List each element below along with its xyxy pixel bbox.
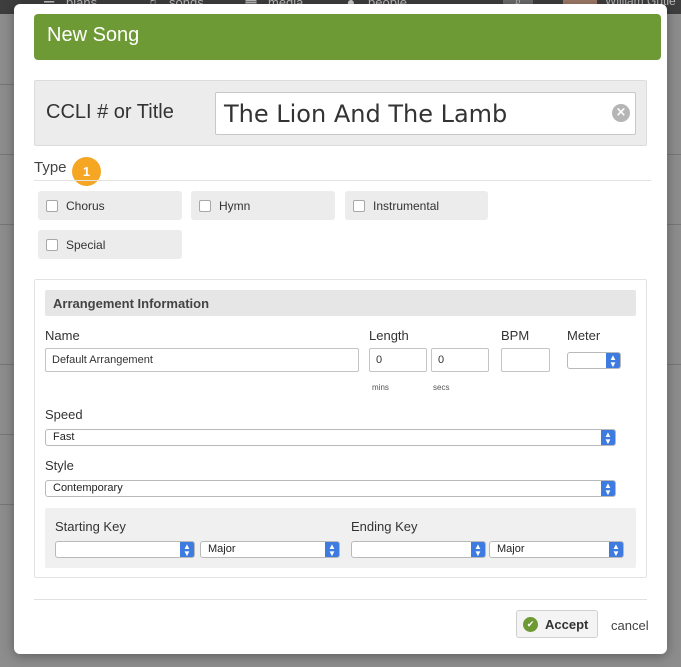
starting-key-select[interactable]: ▲ ▼ — [55, 541, 195, 558]
ccli-input-value: The Lion And The Lamb — [224, 100, 508, 128]
chevron-updown-icon: ▲ ▼ — [601, 430, 615, 446]
check-icon: ✔ — [523, 616, 538, 632]
type-divider — [34, 180, 651, 181]
bpm-input[interactable] — [501, 348, 550, 372]
type-option-instrumental[interactable]: Instrumental — [345, 191, 488, 220]
length-label: Length — [369, 328, 409, 343]
ending-key-select[interactable]: ▲ ▼ — [351, 541, 486, 558]
style-select[interactable]: Contemporary ▲ ▼ — [45, 480, 616, 497]
speed-select[interactable]: Fast ▲ ▼ — [45, 429, 616, 446]
instrumental-checkbox[interactable] — [353, 199, 365, 212]
type-option-hymn[interactable]: Hymn — [191, 191, 335, 220]
bpm-label: BPM — [501, 328, 530, 343]
speed-label: Speed — [45, 407, 83, 422]
meter-select[interactable]: ▲ ▼ — [567, 352, 621, 369]
name-label: Name — [45, 328, 80, 343]
chevron-updown-icon: ▲ ▼ — [601, 481, 615, 497]
key-section: Starting Key ▲ ▼ Major ▲ ▼ Ending Key ▲ ▼ M… — [45, 508, 636, 568]
type-option-chorus[interactable]: Chorus — [38, 191, 182, 220]
special-checkbox[interactable] — [46, 238, 58, 251]
cancel-link[interactable]: cancel — [611, 618, 649, 633]
chorus-checkbox[interactable] — [46, 199, 58, 212]
chevron-updown-icon: ▲ ▼ — [325, 542, 339, 558]
arrangement-header: Arrangement Information — [45, 290, 636, 316]
modal-header: New Song — [34, 14, 661, 60]
accept-button[interactable]: ✔ Accept — [516, 610, 598, 638]
new-song-modal: New Song CCLI # or Title The Lion And Th… — [14, 4, 667, 654]
chevron-updown-icon: ▲ ▼ — [471, 542, 485, 558]
type-label: Type — [34, 159, 67, 176]
ending-key-label: Ending Key — [351, 519, 418, 534]
clear-icon[interactable]: × — [612, 104, 630, 122]
ccli-title-input[interactable]: The Lion And The Lamb × — [215, 92, 636, 135]
hymn-checkbox[interactable] — [199, 199, 211, 212]
chevron-updown-icon: ▲ ▼ — [180, 542, 194, 558]
modal-title: New Song — [47, 24, 140, 46]
secs-label: secs — [433, 383, 450, 392]
type-option-special[interactable]: Special — [38, 230, 182, 259]
chevron-updown-icon: ▲ ▼ — [609, 542, 623, 558]
starting-mode-select[interactable]: Major ▲ ▼ — [200, 541, 340, 558]
mins-label: mins — [372, 383, 389, 392]
ending-mode-select[interactable]: Major ▲ ▼ — [489, 541, 624, 558]
chevron-updown-icon: ▲ ▼ — [606, 353, 620, 369]
ccli-search-panel: CCLI # or Title The Lion And The Lamb × — [34, 80, 647, 146]
arrangement-name-input[interactable]: Default Arrangement — [45, 348, 359, 372]
arrangement-panel: Arrangement Information Name Default Arr… — [34, 279, 647, 578]
starting-key-label: Starting Key — [55, 519, 126, 534]
style-label: Style — [45, 458, 74, 473]
footer-divider — [34, 599, 647, 600]
step-badge: 1 — [72, 157, 101, 186]
ccli-label: CCLI # or Title — [46, 101, 174, 123]
meter-label: Meter — [567, 328, 601, 343]
length-secs-input[interactable]: 0 — [431, 348, 489, 372]
length-mins-input[interactable]: 0 — [369, 348, 427, 372]
